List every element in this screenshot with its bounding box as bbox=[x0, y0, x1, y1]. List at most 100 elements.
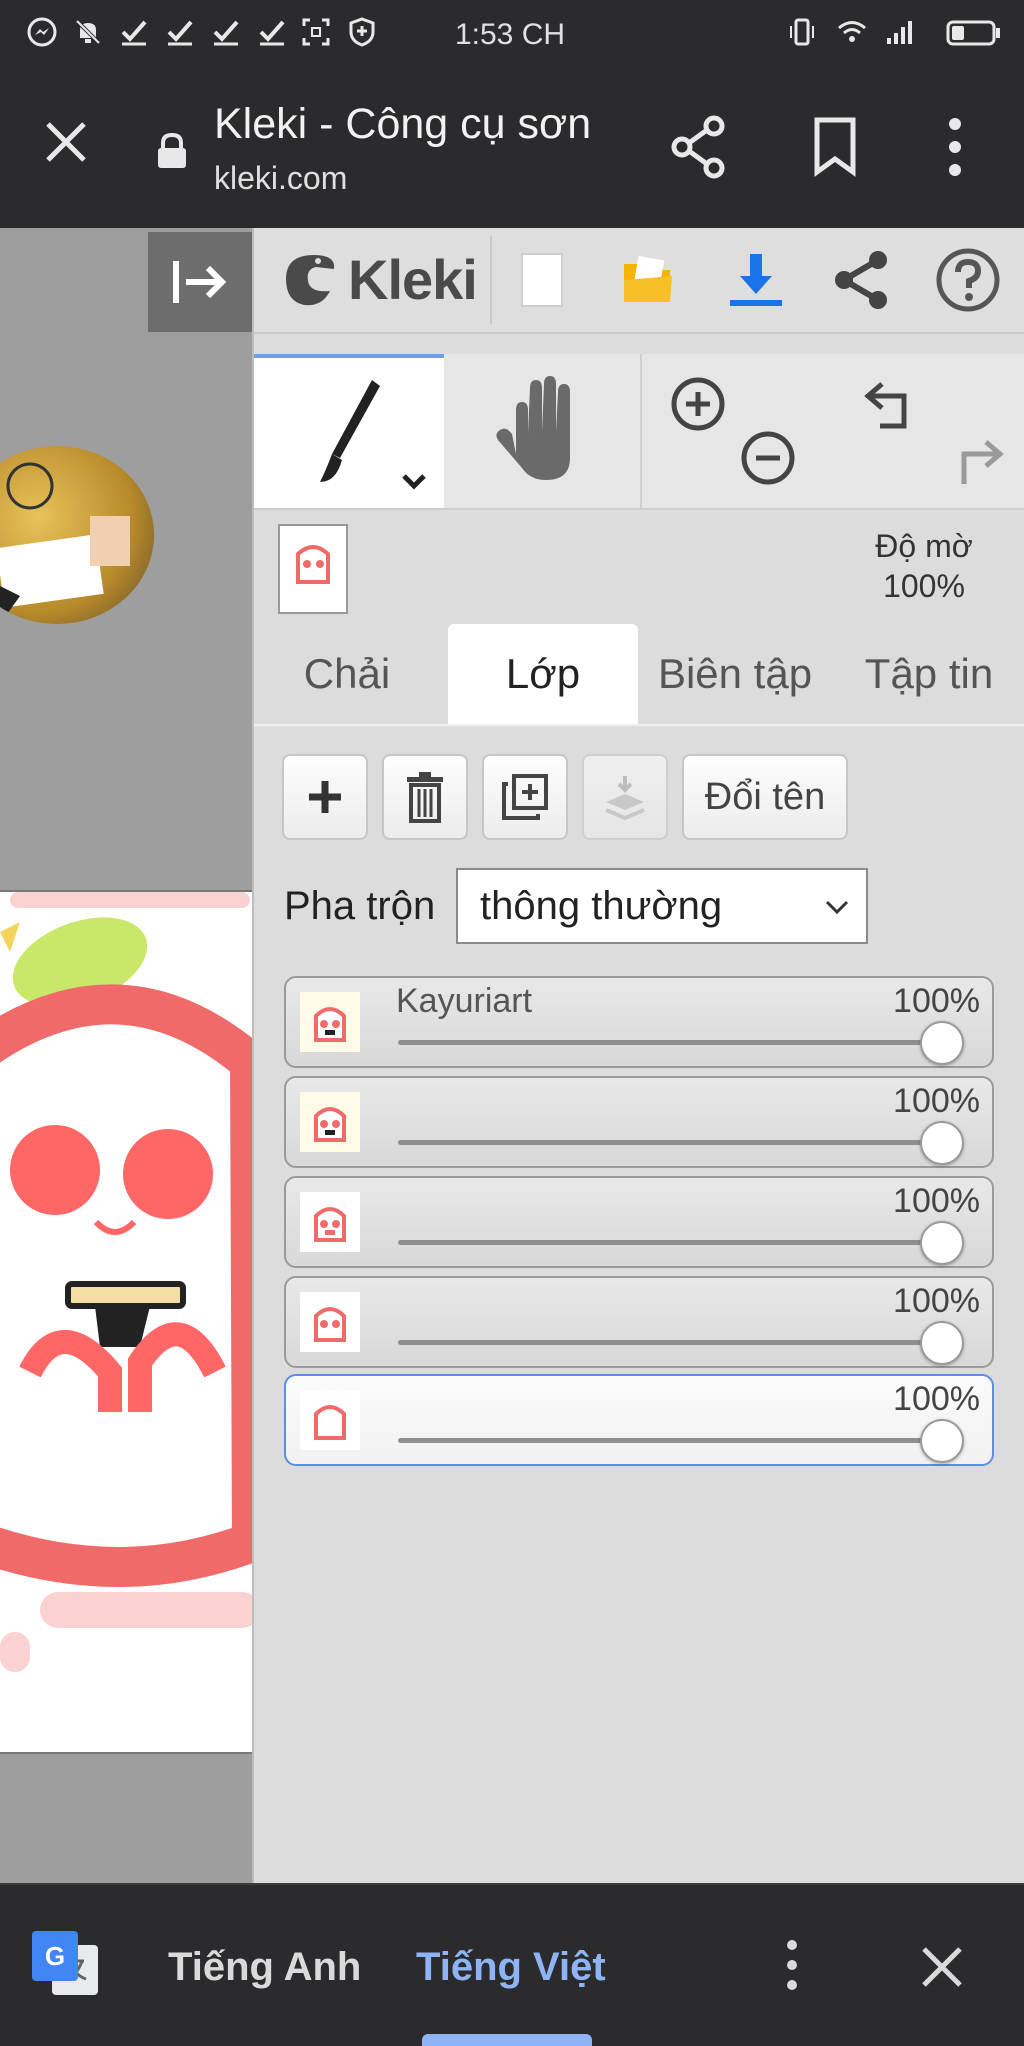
hand-icon bbox=[496, 376, 570, 480]
slider-knob[interactable] bbox=[920, 1121, 964, 1165]
tab-brush[interactable]: Chải bbox=[254, 624, 440, 724]
signal-icon bbox=[884, 16, 916, 48]
bell-off-icon bbox=[72, 16, 104, 48]
status-time: 1:53 CH bbox=[454, 18, 566, 51]
share-icon bbox=[671, 115, 725, 179]
layer-item[interactable]: Kayuriart 100% bbox=[284, 976, 994, 1068]
bookmark-button[interactable] bbox=[800, 112, 870, 182]
opacity-indicator: Độ mờ 100% bbox=[844, 526, 1004, 606]
more-vert-icon bbox=[787, 1940, 797, 1990]
layer-thumbnail bbox=[300, 1390, 360, 1450]
hand-tool-button[interactable] bbox=[446, 354, 636, 508]
slider-knob[interactable] bbox=[920, 1221, 964, 1265]
slider-knob[interactable] bbox=[920, 1321, 964, 1365]
home-indicator[interactable] bbox=[422, 2034, 592, 2046]
undo-icon[interactable] bbox=[860, 376, 920, 436]
blend-mode-label: Pha trộn bbox=[284, 884, 436, 928]
check-icon bbox=[118, 16, 150, 48]
duplicate-icon bbox=[502, 774, 548, 820]
lock-icon bbox=[155, 132, 189, 170]
layer-item[interactable]: 100% bbox=[284, 1276, 994, 1368]
screenshot-icon bbox=[300, 16, 332, 48]
layer-thumbnail bbox=[300, 992, 360, 1052]
duplicate-layer-button[interactable] bbox=[482, 754, 568, 840]
google-translate-icon: G bbox=[32, 1931, 100, 1997]
help-icon bbox=[936, 248, 1000, 312]
save-download-button[interactable] bbox=[722, 246, 790, 314]
source-language-option[interactable]: Tiếng Anh bbox=[168, 1945, 361, 1990]
more-vert-icon bbox=[949, 118, 961, 176]
browser-toolbar bbox=[0, 72, 1024, 228]
translate-more-button[interactable] bbox=[770, 1933, 814, 1997]
kleki-logo[interactable]: Kleki bbox=[278, 242, 478, 316]
share-image-button[interactable] bbox=[828, 246, 896, 314]
new-image-button[interactable] bbox=[508, 246, 576, 314]
layer-thumbnail bbox=[300, 1192, 360, 1252]
layer-item-selected[interactable]: 100% bbox=[284, 1374, 994, 1466]
slider-knob[interactable] bbox=[920, 1419, 964, 1463]
page-title[interactable]: Kleki - Công cụ sơn bbox=[214, 100, 591, 149]
new-file-icon bbox=[521, 253, 563, 307]
share-button[interactable] bbox=[664, 112, 734, 182]
kleki-app: Kleki Độ mờ 100% Chải Lớp Biên tập Tập t… bbox=[0, 228, 1024, 1883]
layer-thumbnail bbox=[300, 1292, 360, 1352]
tool-row bbox=[254, 354, 1024, 510]
layer-item[interactable]: 100% bbox=[284, 1176, 994, 1268]
layer-opacity: 100% bbox=[893, 1380, 980, 1418]
zoom-controls bbox=[640, 354, 830, 508]
drawing-canvas[interactable] bbox=[0, 890, 252, 1754]
side-panel: Kleki Độ mờ 100% Chải Lớp Biên tập Tập t… bbox=[252, 228, 1024, 1883]
more-menu-button[interactable] bbox=[920, 112, 990, 182]
bookmark-icon bbox=[814, 117, 856, 177]
redo-icon[interactable] bbox=[948, 434, 1008, 494]
layer-opacity-slider[interactable] bbox=[398, 1021, 964, 1065]
close-icon bbox=[46, 122, 86, 162]
slider-knob[interactable] bbox=[920, 1021, 964, 1065]
target-language-option[interactable]: Tiếng Việt bbox=[416, 1945, 606, 1990]
delete-layer-button[interactable] bbox=[382, 754, 468, 840]
check-icon bbox=[210, 16, 242, 48]
check-icon bbox=[164, 16, 196, 48]
rename-layer-button[interactable]: Đổi tên bbox=[682, 754, 848, 840]
collapse-panel-button[interactable] bbox=[148, 232, 252, 332]
merge-layer-button[interactable] bbox=[582, 754, 668, 840]
add-layer-button[interactable] bbox=[282, 754, 368, 840]
messenger-icon bbox=[26, 16, 58, 48]
chevron-down-icon bbox=[825, 900, 849, 915]
layer-opacity-slider[interactable] bbox=[398, 1321, 964, 1365]
kleki-logo-text: Kleki bbox=[348, 247, 478, 311]
tab-edit[interactable]: Biên tập bbox=[638, 624, 832, 724]
layer-opacity: 100% bbox=[893, 982, 980, 1020]
layer-thumbnail bbox=[300, 1092, 360, 1152]
translate-bar: G Tiếng Anh Tiếng Việt bbox=[0, 1883, 1024, 2046]
translate-close-button[interactable] bbox=[912, 1937, 972, 1997]
open-file-button[interactable] bbox=[614, 246, 682, 314]
layer-name: Kayuriart bbox=[396, 982, 533, 1020]
zoom-in-icon[interactable] bbox=[670, 376, 726, 432]
close-icon bbox=[922, 1947, 962, 1987]
canvas-area[interactable] bbox=[0, 228, 252, 1883]
plus-icon bbox=[309, 781, 341, 813]
layer-opacity: 100% bbox=[893, 1182, 980, 1220]
opacity-value: 100% bbox=[883, 568, 965, 604]
layer-item[interactable]: 100% bbox=[284, 1076, 994, 1168]
blend-mode-select[interactable]: thông thường bbox=[456, 868, 868, 944]
layer-opacity-slider[interactable] bbox=[398, 1221, 964, 1265]
brush-icon bbox=[320, 380, 426, 490]
help-button[interactable] bbox=[934, 246, 1002, 314]
tab-file[interactable]: Tập tin bbox=[832, 624, 1024, 724]
toolbar-divider bbox=[490, 236, 492, 324]
layer-opacity-slider[interactable] bbox=[398, 1419, 964, 1463]
svg-text:G: G bbox=[45, 1941, 65, 1971]
kleki-logo-icon bbox=[286, 255, 335, 306]
user-avatar bbox=[0, 446, 154, 624]
tab-layers[interactable]: Lớp bbox=[448, 624, 638, 724]
collapse-panel-icon bbox=[173, 261, 227, 303]
page-url[interactable]: kleki.com bbox=[214, 160, 347, 197]
zoom-out-icon[interactable] bbox=[740, 430, 796, 486]
close-tab-button[interactable] bbox=[36, 112, 96, 172]
layer-opacity-slider[interactable] bbox=[398, 1121, 964, 1165]
rename-label: Đổi tên bbox=[704, 775, 826, 818]
brush-preview[interactable] bbox=[278, 524, 348, 614]
brush-tool-button[interactable] bbox=[254, 354, 444, 508]
